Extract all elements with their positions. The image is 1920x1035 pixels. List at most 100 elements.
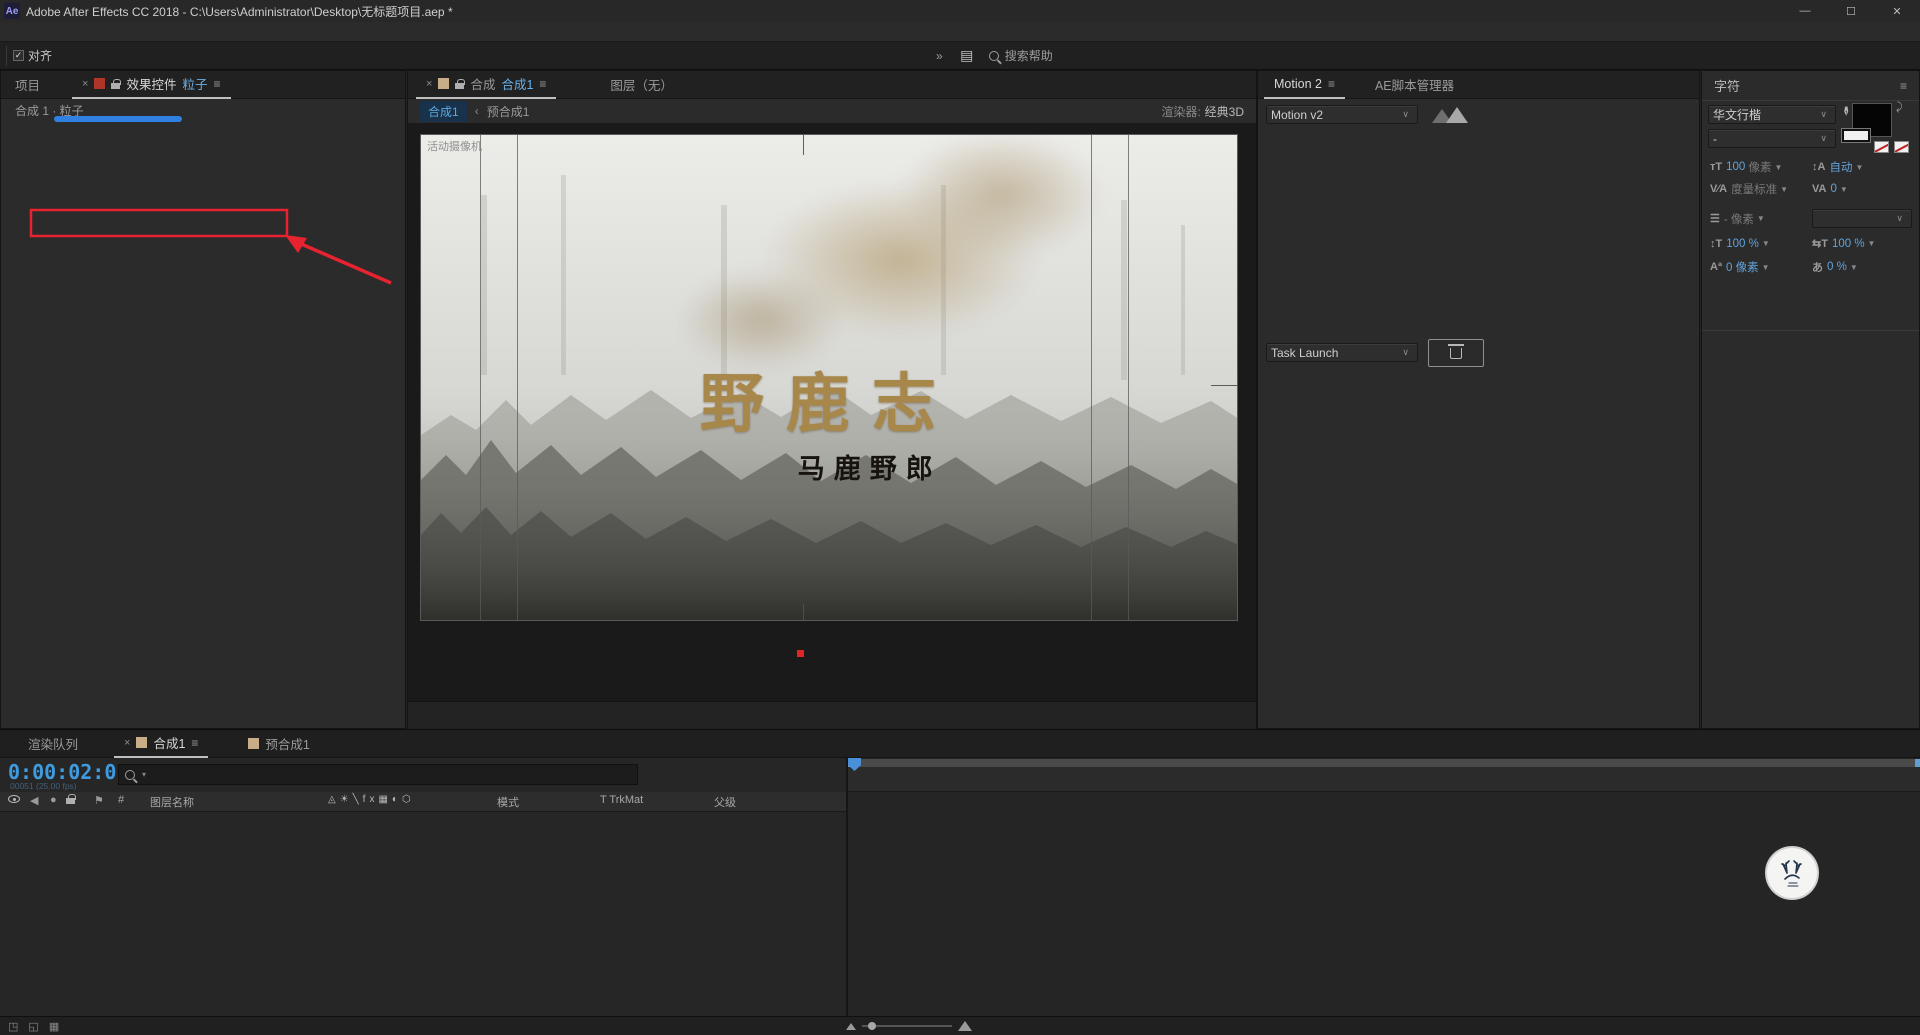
panel-menu-icon[interactable]: ≡	[1900, 79, 1907, 93]
parent-column-label[interactable]: 父级	[714, 794, 736, 810]
label-column-icon[interactable]: ⚑	[94, 794, 104, 807]
leading-field[interactable]: ↕A自动▼	[1812, 159, 1914, 175]
tab-render-queue[interactable]: 渲染队列	[14, 734, 92, 753]
switches-column-icons[interactable]: ◬☀╲fx▦◐⬡	[328, 794, 415, 805]
frame-info: 00051 (25.00 fps)	[10, 781, 77, 791]
tab-composition[interactable]: × 合成 合成1 ≡	[416, 71, 556, 99]
comp-color-swatch	[438, 78, 449, 89]
stroke-color-swatch[interactable]	[1842, 129, 1870, 142]
particular-progress-bar	[54, 116, 182, 122]
tab-timeline-comp-label: 合成1	[153, 733, 185, 752]
name-column-label[interactable]: 图层名称	[150, 794, 194, 810]
breadcrumb-comp1[interactable]: 合成1	[420, 101, 467, 122]
font-size-field[interactable]: тT100 像素▼	[1710, 159, 1812, 175]
delete-button[interactable]	[1428, 339, 1484, 367]
shrink-icon[interactable]: ◱	[28, 1020, 38, 1033]
close-tab-icon[interactable]: ×	[426, 78, 432, 90]
timeline-search-input[interactable]: ▾	[118, 764, 638, 785]
renderer-label[interactable]: 渲染器:经典3D	[1161, 103, 1244, 120]
composition-title-text: 野鹿志	[700, 353, 958, 445]
tool-bar: ✓ 对齐 » ▤ 搜索帮助	[0, 42, 1920, 70]
close-tab-icon[interactable]: ×	[82, 78, 88, 90]
layer-anchor-marker[interactable]	[797, 650, 804, 657]
panel-menu-icon[interactable]: ≡	[539, 77, 546, 91]
tab-layer-viewer[interactable]: 图层（无）	[596, 75, 687, 94]
comp-breadcrumb: 合成1 ‹ 预合成1 渲染器:经典3D	[408, 99, 1256, 123]
font-family-select[interactable]: 华文行楷∨	[1708, 105, 1836, 124]
solo-column-icon[interactable]: ●	[50, 794, 57, 806]
tab-motion2[interactable]: Motion 2 ≡	[1264, 71, 1345, 99]
tracking-field[interactable]: VA0▼	[1812, 183, 1914, 195]
proportional-spacing-field[interactable]: あ0 %▼	[1812, 259, 1914, 275]
lock-column-icon[interactable]	[66, 798, 75, 804]
tab-timeline-precomp[interactable]: 预合成1	[234, 734, 323, 753]
workspace-overflow[interactable]: »	[926, 43, 953, 69]
number-column-label[interactable]: #	[118, 794, 124, 806]
annotation-red-box	[31, 210, 287, 236]
tab-effect-controls[interactable]: × 效果控件 粒子 ≡	[72, 71, 230, 99]
center-tick	[803, 135, 804, 155]
kerning-field[interactable]: V⁄A度量标准▼	[1710, 181, 1812, 197]
mountains-icon[interactable]	[1432, 107, 1472, 123]
snap-toggle[interactable]: ✓ 对齐	[13, 47, 52, 64]
composition-viewer[interactable]: 活动摄像机 野鹿志 马鹿野郎	[408, 123, 1256, 701]
section-character[interactable]: 字符 ≡	[1702, 71, 1919, 101]
search-icon	[125, 770, 135, 780]
vertical-scale-field[interactable]: ↕T100 %▼	[1710, 238, 1812, 250]
font-style-select[interactable]: -∨	[1708, 129, 1836, 148]
close-tab-icon[interactable]: ×	[124, 737, 130, 749]
no-stroke-swatch[interactable]	[1894, 141, 1909, 153]
work-area-bar[interactable]	[848, 759, 1920, 767]
breadcrumb-separator: ‹	[475, 104, 479, 118]
grid-icon[interactable]: ▦	[49, 1020, 59, 1033]
renderer-value: 经典3D	[1205, 105, 1244, 119]
timeline-bottom-bar: ◳ ◱ ▦	[0, 1016, 1920, 1035]
motion-version-select[interactable]: Motion v2∨	[1266, 105, 1418, 124]
composition-panel: × 合成 合成1 ≡ 图层（无） 合成1 ‹ 预合成1 渲染器:经典3D	[407, 70, 1257, 729]
deer-icon	[1772, 853, 1812, 893]
expand-icon[interactable]: ◳	[8, 1020, 18, 1033]
guide-line[interactable]	[1091, 135, 1092, 620]
timeline-tabs: 渲染队列 × 合成1 ≡ 预合成1	[0, 730, 1920, 758]
horizontal-scale-field[interactable]: ⇆T100 %▼	[1812, 237, 1914, 250]
composition-tabs: × 合成 合成1 ≡ 图层（无）	[408, 71, 1256, 99]
panel-menu-icon[interactable]: ≡	[1328, 77, 1335, 91]
search-icon	[989, 51, 999, 61]
guide-line[interactable]	[480, 135, 481, 620]
tab-timeline-comp[interactable]: × 合成1 ≡	[114, 730, 208, 758]
tab-script-manager[interactable]: AE脚本管理器	[1361, 75, 1468, 94]
time-ruler[interactable]	[848, 767, 1920, 792]
composition-toolbar	[408, 701, 1256, 729]
panel-menu-icon[interactable]: ≡	[213, 77, 220, 91]
tab-project[interactable]: 项目	[1, 75, 54, 94]
zoom-knob[interactable]	[868, 1022, 876, 1030]
close-button[interactable]: ✕	[1874, 0, 1920, 22]
mode-column-label[interactable]: 模式	[497, 794, 519, 810]
guide-line[interactable]	[517, 135, 518, 620]
audio-column-icon[interactable]: ◀	[30, 794, 38, 807]
zoom-in-icon[interactable]	[958, 1021, 972, 1031]
lock-icon[interactable]	[455, 83, 464, 89]
baseline-shift-field[interactable]: Aª0 像素▼	[1710, 259, 1812, 275]
minimize-button[interactable]: —	[1782, 0, 1828, 22]
search-help[interactable]: 搜索帮助	[989, 47, 1053, 64]
lock-icon[interactable]	[111, 83, 120, 89]
task-launch-select[interactable]: Task Launch∨	[1266, 343, 1418, 362]
snap-checkbox-icon[interactable]: ✓	[13, 50, 24, 61]
swap-colors-icon[interactable]: ⤸	[1896, 101, 1903, 114]
panel-menu-icon[interactable]: ≡	[191, 736, 198, 750]
no-fill-swatch[interactable]	[1874, 141, 1889, 153]
annotation-overlay	[1, 71, 407, 730]
maximize-button[interactable]: ☐	[1828, 0, 1874, 22]
trkmat-column-label[interactable]: T TrkMat	[600, 794, 643, 806]
panel-menu-icon[interactable]: ▤	[954, 44, 980, 68]
tsume-field[interactable]: ☰- 像素▼	[1710, 211, 1812, 227]
anti-alias-select[interactable]: ∨	[1812, 209, 1912, 228]
right-panel-stack: 字符 ≡ 华文行楷∨ ✒ ⤸ -∨ тT100 像素▼ ↕A自动▼ V⁄A度量标…	[1701, 70, 1920, 729]
guide-line[interactable]	[1128, 135, 1129, 620]
zoom-out-icon[interactable]	[846, 1023, 856, 1030]
timeline-zoom-slider[interactable]	[846, 1021, 972, 1031]
breadcrumb-precomp[interactable]: 预合成1	[487, 103, 530, 120]
eye-column-icon[interactable]	[8, 795, 20, 803]
timeline-panel: 渲染队列 × 合成1 ≡ 预合成1 0:00:02:01 00051 (25.0…	[0, 729, 1920, 1035]
